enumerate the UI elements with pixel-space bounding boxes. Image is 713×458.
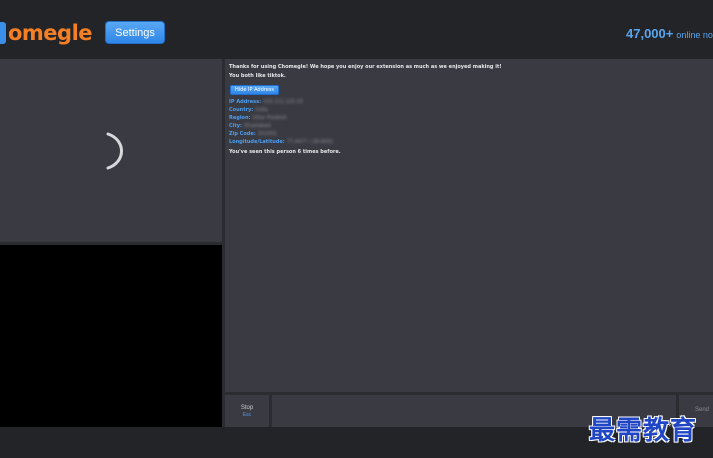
info-value: Uttar Pradesh [252, 115, 287, 121]
loading-spinner-icon [106, 132, 123, 170]
stranger-video [0, 59, 222, 242]
info-key: City: [229, 123, 243, 129]
info-key: Country: [229, 107, 254, 113]
info-row-region: Region: Uttar Pradesh [229, 114, 709, 122]
info-value: Ghaziabad [244, 123, 271, 129]
common-interest-message: You both like tiktok. [229, 73, 286, 79]
stop-button[interactable]: Stop Esc [225, 395, 269, 427]
info-key: Region: [229, 115, 251, 121]
stranger-info: IP Address: 103.111.125.25 Country: India … [229, 98, 709, 146]
online-count: 47,000+ online no [626, 25, 713, 43]
info-value: India [255, 107, 268, 113]
info-row-zip: Zip Code: 201001 [229, 130, 709, 138]
welcome-message: Thanks for using Chomegle! We hope you e… [229, 64, 502, 70]
info-row-city: City: Ghaziabad [229, 122, 709, 130]
hide-ip-address-button[interactable]: Hide IP Address [230, 85, 279, 95]
stop-button-shortcut: Esc [242, 411, 252, 418]
top-header: omegle Settings 47,000+ online no [0, 0, 713, 59]
info-value: 77.4477 / 28.6692 [286, 139, 334, 145]
online-count-text: online no [676, 30, 713, 40]
settings-button[interactable]: Settings [105, 21, 165, 44]
logo-mark-icon [0, 22, 6, 44]
info-row-ip: IP Address: 103.111.125.25 [229, 98, 709, 106]
self-video [0, 245, 222, 427]
info-row-coordinates: Longitude/Latitude: 77.4477 / 28.6692 [229, 138, 709, 146]
info-value: 201001 [257, 131, 277, 137]
info-key: IP Address: [229, 99, 262, 105]
seen-count-message: You've seen this person 6 times before. [229, 149, 341, 155]
watermark-text: 最需教育 [589, 416, 698, 446]
chat-log: Thanks for using Chomegle! We hope you e… [225, 59, 713, 392]
logo-text: omegle [8, 21, 93, 45]
omegle-logo[interactable]: omegle [0, 19, 93, 47]
info-key: Longitude/Latitude: [229, 139, 285, 145]
info-key: Zip Code: [229, 131, 256, 137]
info-row-country: Country: India [229, 106, 709, 114]
stop-button-label: Stop [240, 404, 254, 411]
info-value: 103.111.125.25 [263, 99, 303, 105]
online-count-number: 47,000+ [626, 26, 674, 41]
